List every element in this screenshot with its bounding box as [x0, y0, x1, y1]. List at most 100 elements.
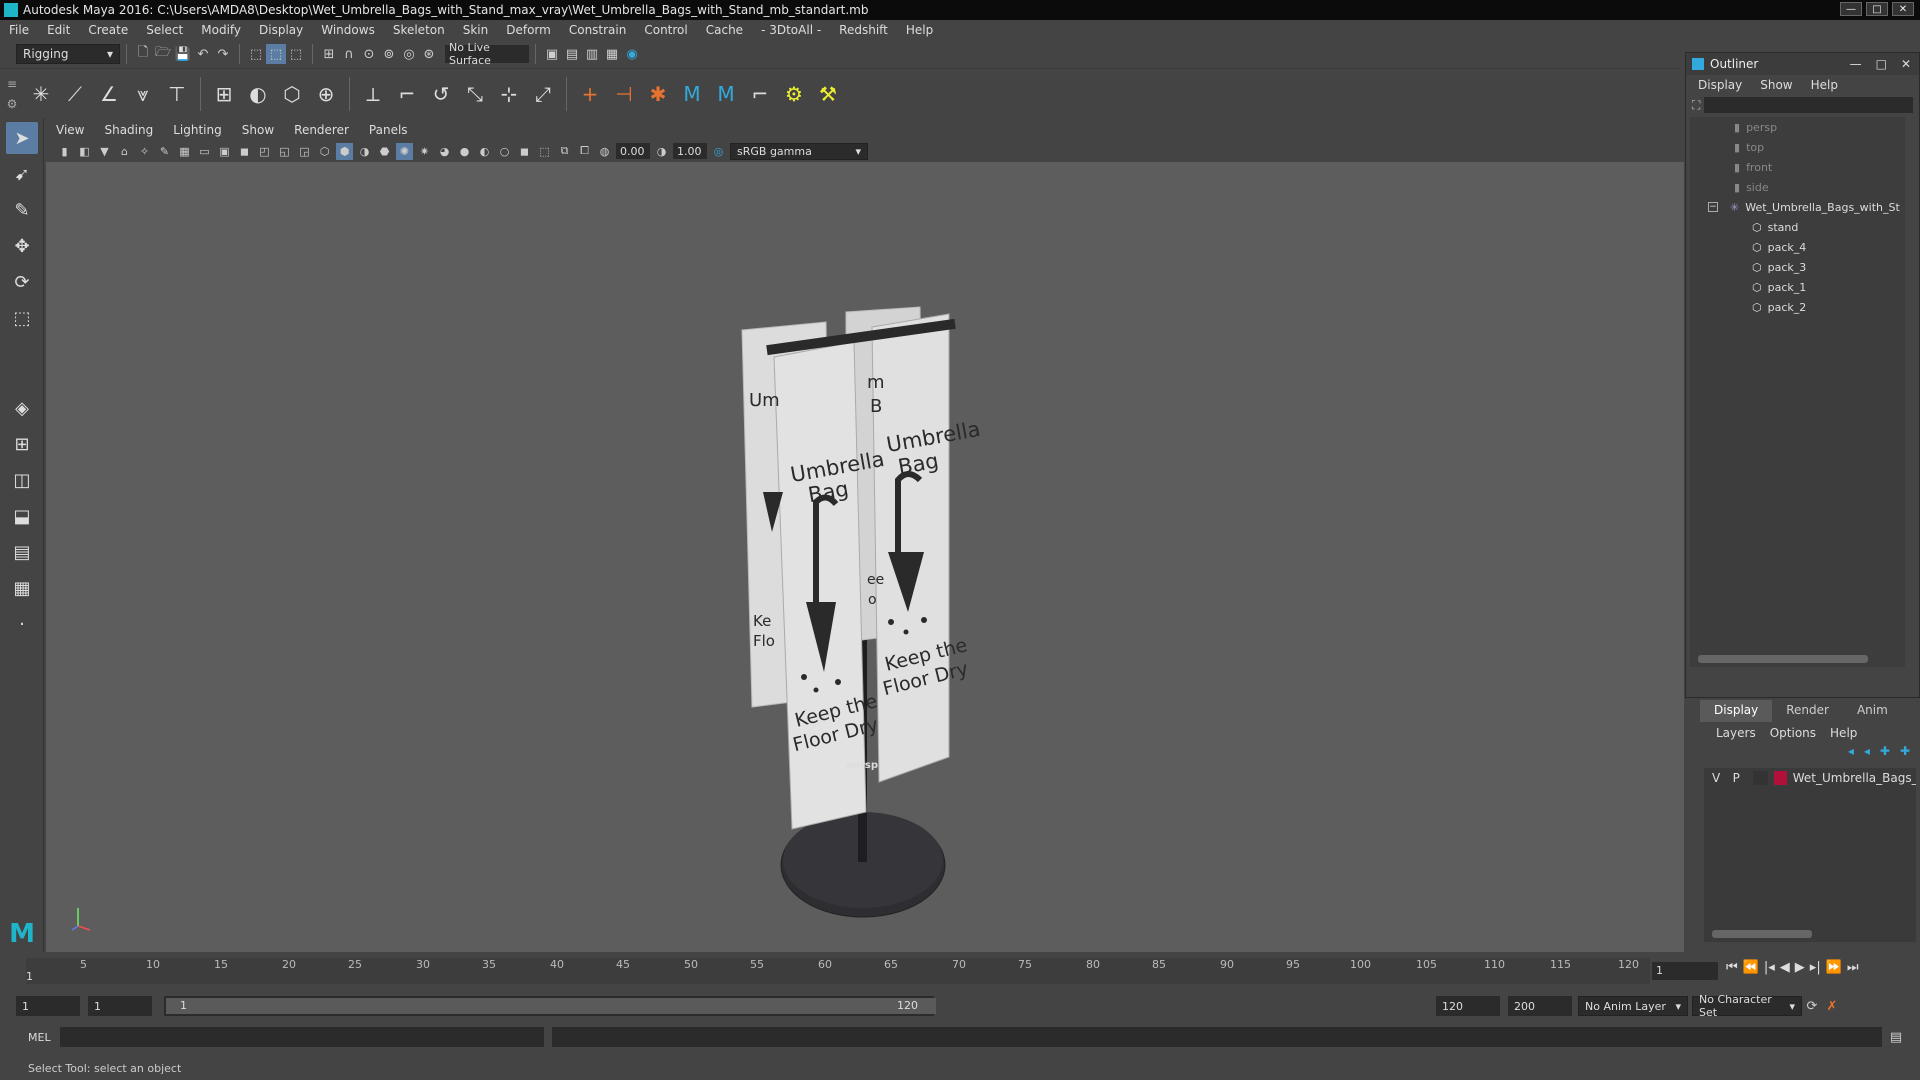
safe-title-icon[interactable]: ◲	[296, 143, 313, 160]
menu-control[interactable]: Control	[635, 23, 696, 37]
paint-select-icon[interactable]: ✎	[6, 194, 38, 226]
range-slider-track[interactable]: 1 120	[164, 996, 936, 1016]
outliner-hscrollbar[interactable]	[1698, 655, 1868, 663]
menu-windows[interactable]: Windows	[312, 23, 384, 37]
tab-anim[interactable]: Anim	[1843, 700, 1902, 722]
layer-playback-toggle[interactable]: P	[1733, 771, 1748, 785]
character-set-dropdown[interactable]: No Character Set ▾	[1692, 993, 1802, 1019]
rotate-tool-icon[interactable]: ⟳	[6, 266, 38, 298]
panel-menu-show[interactable]: Show	[232, 123, 284, 137]
joint-tool-icon[interactable]: ✳	[24, 77, 58, 111]
go-to-end-icon[interactable]: ⏭	[1847, 960, 1859, 975]
mirror-joint-icon[interactable]: ⩔	[126, 77, 160, 111]
new-scene-icon[interactable]: 🗋	[133, 44, 153, 64]
parent-constraint-icon[interactable]: ⟂	[356, 77, 390, 111]
menu-select[interactable]: Select	[137, 23, 192, 37]
layers-menu-help[interactable]: Help	[1830, 726, 1857, 740]
orient-constraint-icon[interactable]: ↺	[424, 77, 458, 111]
snap-point-icon[interactable]: ⊙	[359, 44, 379, 64]
xray-active-icon[interactable]: ⧠	[576, 143, 593, 160]
menu-create[interactable]: Create	[79, 23, 137, 37]
grid-icon[interactable]: ▦	[176, 143, 193, 160]
snap-curve-icon[interactable]: ∩	[339, 44, 359, 64]
render-settings-icon[interactable]: ▦	[602, 44, 622, 64]
graph-editor-layout-icon[interactable]: ▤	[6, 536, 38, 568]
ik-spline-icon[interactable]: ∠	[92, 77, 126, 111]
screen-space-ao-icon[interactable]: ●	[456, 143, 473, 160]
bookmark-icon[interactable]: ▼	[96, 143, 113, 160]
orient-joint-icon[interactable]: ⊤	[160, 77, 194, 111]
layer-hscrollbar[interactable]	[1712, 930, 1812, 938]
tab-render[interactable]: Render	[1772, 700, 1843, 722]
minimize-button[interactable]: —	[1840, 2, 1862, 16]
snap-view-icon[interactable]: ⊚	[379, 44, 399, 64]
motion-blur-icon[interactable]: ◐	[476, 143, 493, 160]
script-language-toggle[interactable]: MEL	[0, 1031, 60, 1044]
new-layer-selected-icon[interactable]: ✚	[1900, 744, 1910, 764]
outliner-child-stand[interactable]: ⬡ stand	[1690, 217, 1905, 237]
film-gate-icon[interactable]: ▭	[196, 143, 213, 160]
filter-icon[interactable]: ⛶	[1692, 98, 1700, 113]
view-transform-dropdown[interactable]: sRGB gamma ▾	[730, 142, 868, 160]
play-backward-icon[interactable]: ◀	[1780, 960, 1790, 975]
outliner-camera-top[interactable]: ▮ top	[1690, 137, 1905, 157]
grease-pencil-icon[interactable]: ✎	[156, 143, 173, 160]
open-scene-icon[interactable]: 🗁	[153, 44, 173, 64]
time-slider[interactable]: 1 5 10 15 20 25 30 35 40 45 50 55 60 65 …	[0, 952, 1920, 992]
outliner-camera-front[interactable]: ▮ front	[1690, 157, 1905, 177]
collapse-icon[interactable]: −	[1708, 202, 1718, 212]
snap-live-icon[interactable]: ⊛	[419, 44, 439, 64]
playback-start-field[interactable]: 1	[88, 996, 152, 1016]
menu-skeleton[interactable]: Skeleton	[384, 23, 454, 37]
panel-menu-renderer[interactable]: Renderer	[284, 123, 359, 137]
playback-end-field[interactable]: 120	[1436, 996, 1500, 1016]
pole-vector-icon[interactable]: ⤢	[526, 77, 560, 111]
anim-start-field[interactable]: 1	[16, 996, 80, 1016]
outliner-maximize-button[interactable]: □	[1876, 57, 1887, 71]
hypershade-layout-icon[interactable]: ▦	[6, 572, 38, 604]
gamma-icon[interactable]: ◑	[653, 143, 670, 160]
menu-edit[interactable]: Edit	[38, 23, 79, 37]
select-object-icon[interactable]: ⬚	[266, 44, 286, 64]
layer-color-swatch[interactable]	[1773, 771, 1787, 785]
step-forward-key-icon[interactable]: ⏩	[1826, 960, 1842, 975]
tab-display[interactable]: Display	[1700, 700, 1773, 722]
lasso-tool-icon[interactable]: ➹	[6, 158, 38, 190]
select-hierarchy-icon[interactable]: ⬚	[246, 44, 266, 64]
hik-character-icon[interactable]: M	[675, 77, 709, 111]
menu-file[interactable]: File	[0, 23, 38, 37]
cluster-icon[interactable]: ⊕	[309, 77, 343, 111]
smooth-shade-icon[interactable]: ⬢	[336, 142, 353, 160]
point-constraint-icon[interactable]: ⌐	[390, 77, 424, 111]
snap-grid-icon[interactable]: ⊞	[319, 44, 339, 64]
camera-select-icon[interactable]: ▮	[56, 143, 73, 160]
outliner-menu-display[interactable]: Display	[1698, 78, 1742, 92]
menu-3dtoall[interactable]: - 3DtoAll -	[752, 23, 830, 37]
move-layer-up-icon[interactable]: ◂	[1848, 744, 1854, 764]
group-icon[interactable]: ⊣	[607, 77, 641, 111]
textured-icon[interactable]: ⬣	[376, 143, 393, 160]
play-forward-icon[interactable]: ▶	[1795, 960, 1805, 975]
step-forward-frame-icon[interactable]: ▸|	[1810, 960, 1821, 975]
ik-handle-icon[interactable]: ⟋	[58, 77, 92, 111]
layer-visibility-toggle[interactable]: V	[1712, 771, 1727, 785]
outliner-child-pack1[interactable]: ⬡ pack_1	[1690, 277, 1905, 297]
time-ruler[interactable]: 1 5 10 15 20 25 30 35 40 45 50 55 60 65 …	[26, 958, 1650, 984]
menu-redshift[interactable]: Redshift	[830, 23, 897, 37]
menu-help[interactable]: Help	[897, 23, 942, 37]
live-surface-field[interactable]: No Live Surface	[445, 41, 529, 67]
render-frame-icon[interactable]: ▤	[562, 44, 582, 64]
anim-end-field[interactable]: 200	[1508, 996, 1572, 1016]
panel-menu-lighting[interactable]: Lighting	[163, 123, 232, 137]
layer-type-toggle[interactable]	[1753, 771, 1768, 785]
outliner-child-pack4[interactable]: ⬡ pack_4	[1690, 237, 1905, 257]
outliner-child-pack2[interactable]: ⬡ pack_2	[1690, 297, 1905, 317]
redo-icon[interactable]: ↷	[213, 44, 233, 64]
color-management-icon[interactable]: ◎	[710, 143, 727, 160]
scale-constraint-icon[interactable]: ⤡	[458, 77, 492, 111]
quick-rig-icon[interactable]: ⌐	[743, 77, 777, 111]
outliner-root-group[interactable]: − ✳ Wet_Umbrella_Bags_with_St	[1690, 197, 1905, 217]
xray-joints-icon[interactable]: ⧉	[556, 143, 573, 160]
render-view-icon[interactable]: ▣	[542, 44, 562, 64]
step-back-key-icon[interactable]: ⏪	[1743, 960, 1759, 975]
